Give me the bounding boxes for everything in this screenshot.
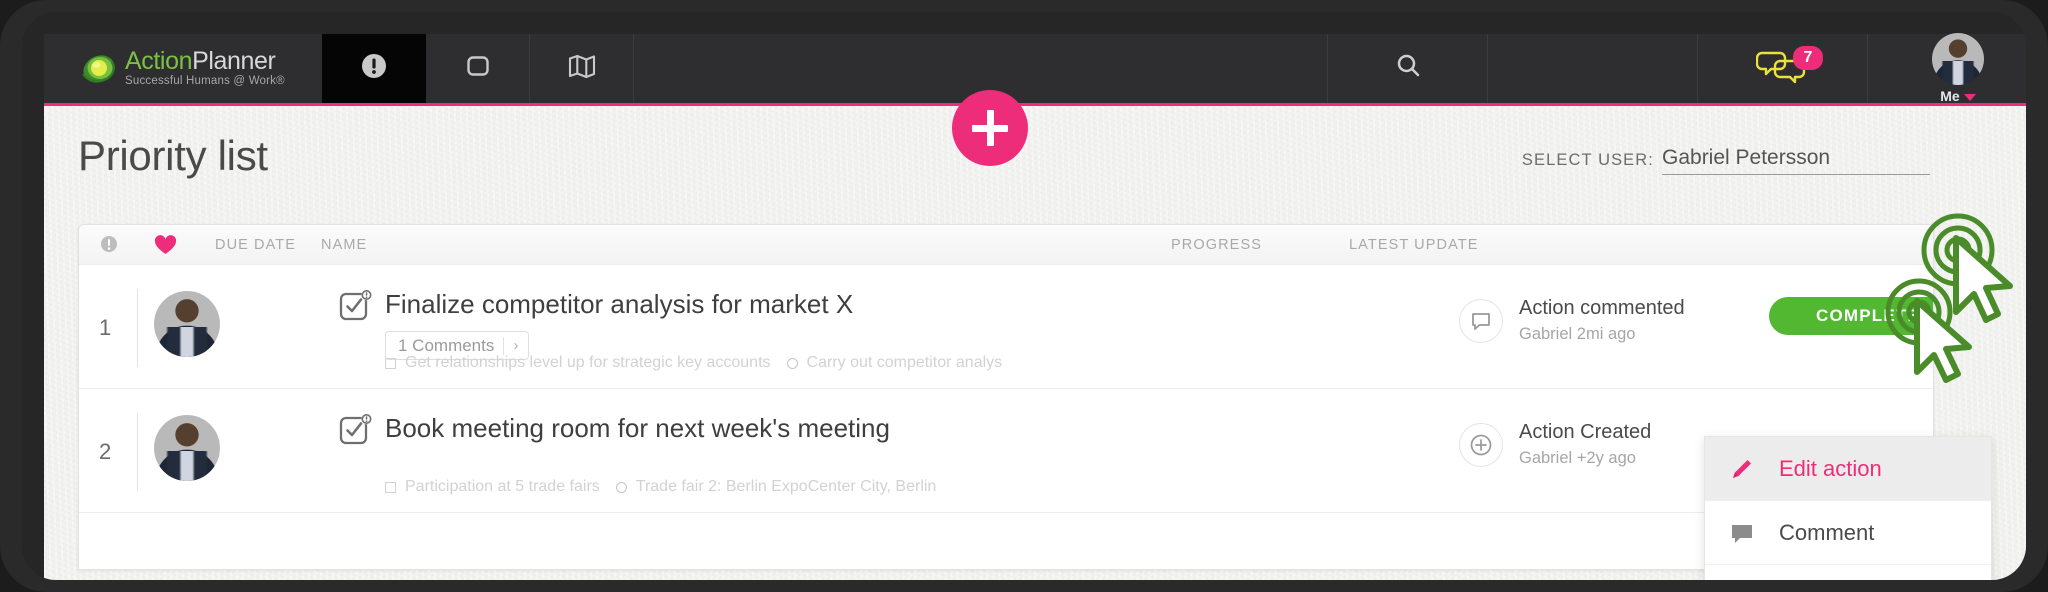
menu-item-comment[interactable]: Comment <box>1705 501 1991 565</box>
top-navigation-bar: ActionPlanner Successful Humans @ Work® <box>44 33 2026 106</box>
page-content: Priority list SELECT USER: Gabriel Peter… <box>44 106 2026 580</box>
row-number: 1 <box>99 315 112 340</box>
row-divider <box>137 413 138 491</box>
chevron-right-icon: › <box>513 337 519 354</box>
user-menu-label: Me <box>1940 88 1960 104</box>
page-title: Priority list <box>78 132 268 179</box>
select-user-label: SELECT USER: <box>1521 151 1654 169</box>
goal-square-icon <box>385 481 396 493</box>
device-screen: ActionPlanner Successful Humans @ Work® <box>22 12 2026 580</box>
breadcrumb-goal[interactable]: Participation at 5 trade fairs <box>405 478 600 496</box>
device-frame: ActionPlanner Successful Humans @ Work® <box>0 0 2048 592</box>
pencil-icon <box>1705 455 1779 483</box>
menu-item-label: Comment <box>1779 519 1875 545</box>
update-subtitle: Gabriel +2y ago <box>1519 449 1636 467</box>
nav-item-map[interactable] <box>530 34 634 103</box>
row-number: 2 <box>99 439 112 464</box>
app-logo[interactable]: ActionPlanner Successful Humans @ Work® <box>44 34 322 103</box>
create-action-fab[interactable] <box>952 90 1028 166</box>
search-button[interactable] <box>1328 34 1488 103</box>
comment-bubble-icon <box>1459 299 1503 343</box>
header-latest-update[interactable]: LATEST UPDATE <box>1349 237 1479 253</box>
breadcrumb-goal[interactable]: Get relationships level up for strategic… <box>405 354 771 372</box>
table-row[interactable]: 1 Finalize competitor analysis for marke… <box>79 265 1933 389</box>
exclamation-circle-icon <box>357 49 391 88</box>
notification-count-badge: 7 <box>1793 46 1823 70</box>
breadcrumb: Get relationships level up for strategic… <box>385 354 1002 372</box>
menu-item-label: Edit action <box>1779 455 1882 481</box>
user-menu-label-wrap: Me <box>1940 88 1976 104</box>
logo-text-action: Action <box>125 47 193 76</box>
chevron-down-icon <box>1963 93 1976 101</box>
map-icon <box>565 49 599 88</box>
header-progress[interactable]: PROGRESS <box>1171 237 1262 253</box>
table-row[interactable]: 2 Book meeting room for next week's meet… <box>79 389 1933 513</box>
search-icon <box>1391 49 1425 88</box>
checkbox-alert-icon[interactable] <box>339 413 373 447</box>
header-name[interactable]: NAME <box>321 237 367 253</box>
select-user-input[interactable]: Gabriel Petersson <box>1662 146 1930 175</box>
select-user-control: SELECT USER: Gabriel Petersson <box>1522 146 1930 175</box>
comment-bubble-icon <box>1705 520 1779 546</box>
rounded-square-icon <box>461 49 495 88</box>
user-menu-button[interactable]: Me <box>1868 33 2026 104</box>
avatar <box>154 415 220 481</box>
row-context-menu: Edit action Comment Remo <box>1704 436 1992 580</box>
update-subtitle: Gabriel 2mi ago <box>1519 325 1636 343</box>
avatar <box>1932 33 1984 85</box>
avatar <box>154 291 220 357</box>
comments-count-label: 1 Comments <box>398 335 495 355</box>
row-title[interactable]: Book meeting room for next week's meetin… <box>385 413 890 444</box>
complete-button[interactable]: COMPLETE <box>1769 297 1933 335</box>
update-title: Action commented <box>1519 297 1685 319</box>
menu-item-remove-priority[interactable]: Remove priority <box>1705 565 1991 580</box>
checkbox-alert-icon[interactable] <box>339 289 373 323</box>
row-divider <box>137 289 138 367</box>
breadcrumb-subgoal[interactable]: Trade fair 2: Berlin ExpoCenter City, Be… <box>636 478 937 496</box>
priority-list-table: DUE DATE NAME PROGRESS LATEST UPDATE 1 F… <box>78 224 1934 570</box>
logo-text-planner: Planner <box>192 47 276 76</box>
header-due-date[interactable]: DUE DATE <box>215 237 296 253</box>
header-priority-icon[interactable] <box>99 234 119 258</box>
goal-square-icon <box>385 357 396 369</box>
table-header-row: DUE DATE NAME PROGRESS LATEST UPDATE <box>79 225 1933 265</box>
breadcrumb-subgoal[interactable]: Carry out competitor analys <box>807 354 1003 372</box>
subgoal-circle-icon <box>615 481 627 493</box>
subgoal-circle-icon <box>786 357 798 369</box>
breadcrumb: Participation at 5 trade fairs Trade fai… <box>385 478 936 496</box>
heart-icon[interactable] <box>154 235 177 260</box>
nav-item-priority[interactable] <box>322 34 426 103</box>
row-title[interactable]: Finalize competitor analysis for market … <box>385 289 853 320</box>
plus-circle-icon <box>1459 423 1503 467</box>
comments-divider <box>503 336 505 355</box>
logo-tagline: Successful Humans @ Work® <box>125 75 285 88</box>
nav-item-actions[interactable] <box>426 34 530 103</box>
nav-gap <box>1488 34 1698 103</box>
logo-mark-icon <box>81 52 116 86</box>
menu-item-edit-action[interactable]: Edit action <box>1705 437 1991 501</box>
notifications-button[interactable]: 7 <box>1698 34 1868 103</box>
update-title: Action Created <box>1519 421 1652 443</box>
